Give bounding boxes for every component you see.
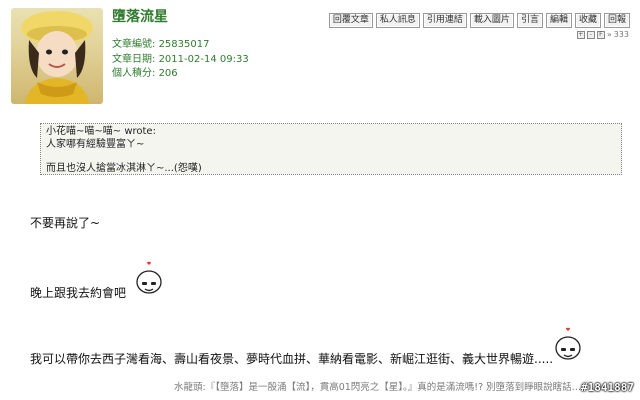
date-label: 文章日期:: [112, 53, 156, 65]
edit-button[interactable]: 編輯: [545, 13, 572, 28]
post-paragraph-3: 我可以帶你去西子灣看海、壽山看夜景、夢時代血拼、華納看電影、新崛江逛街、義大世界…: [30, 352, 554, 366]
report-button[interactable]: 回報: [603, 13, 630, 28]
rate-plus-icon[interactable]: +: [576, 30, 585, 39]
watermark: #1841887: [581, 381, 634, 394]
blush-emoticon-icon-2: [555, 327, 581, 360]
quote-button[interactable]: 引言: [516, 13, 543, 28]
rate-flag-icon[interactable]: F: [596, 30, 605, 39]
post-actions: 回覆文章 私人訊息 引用連結 載入圖片 引言 編輯 收藏 回報: [328, 13, 630, 28]
article-no: 25835017: [158, 39, 210, 50]
post-author-name[interactable]: 墮落流星: [112, 6, 168, 26]
avatar[interactable]: [11, 8, 103, 104]
quote-line-2: 而且也沒人搶當冰淇淋ㄚ~...(怨嘆): [46, 163, 202, 174]
post-meta: 文章編號: 25835017 文章日期: 2011-02-14 09:33 個人…: [112, 38, 249, 82]
points-label: 個人積分:: [112, 68, 156, 79]
user-points: 206: [158, 68, 178, 79]
rating-score: 333: [613, 30, 629, 39]
post-date: 2011-02-14 09:33: [158, 53, 249, 65]
load-image-button[interactable]: 載入圖片: [469, 13, 514, 28]
reply-button[interactable]: 回覆文章: [328, 13, 373, 28]
rating-bar: + - F » 333: [576, 30, 629, 39]
rate-arrow-icon: »: [606, 30, 612, 39]
post-paragraph-1: 不要再說了~: [30, 216, 101, 230]
article-no-label: 文章編號:: [112, 39, 156, 50]
post-paragraph-2: 晚上跟我去約會吧: [30, 286, 127, 300]
pm-button[interactable]: 私人訊息: [375, 13, 420, 28]
quote-line-1: 人家哪有經驗豐富ㄚ~: [46, 138, 145, 150]
quote-block: 小花喵~喵~喵~ wrote: 人家哪有經驗豐富ㄚ~ 而且也沒人搶當冰淇淋ㄚ~.…: [40, 123, 622, 175]
favorite-button[interactable]: 收藏: [574, 13, 601, 28]
signature: 水龍頭:『【墮落】是一殷涌【流】，貫高01閃亮之【星】。』真的是滿流嗎!? 別墮…: [174, 382, 582, 393]
rate-minus-icon[interactable]: -: [586, 30, 595, 39]
blush-emoticon-icon: [136, 261, 162, 294]
avatar-image: [21, 11, 93, 104]
quote-header: 小花喵~喵~喵~ wrote:: [46, 126, 156, 137]
quote-link-button[interactable]: 引用連結: [422, 13, 467, 28]
